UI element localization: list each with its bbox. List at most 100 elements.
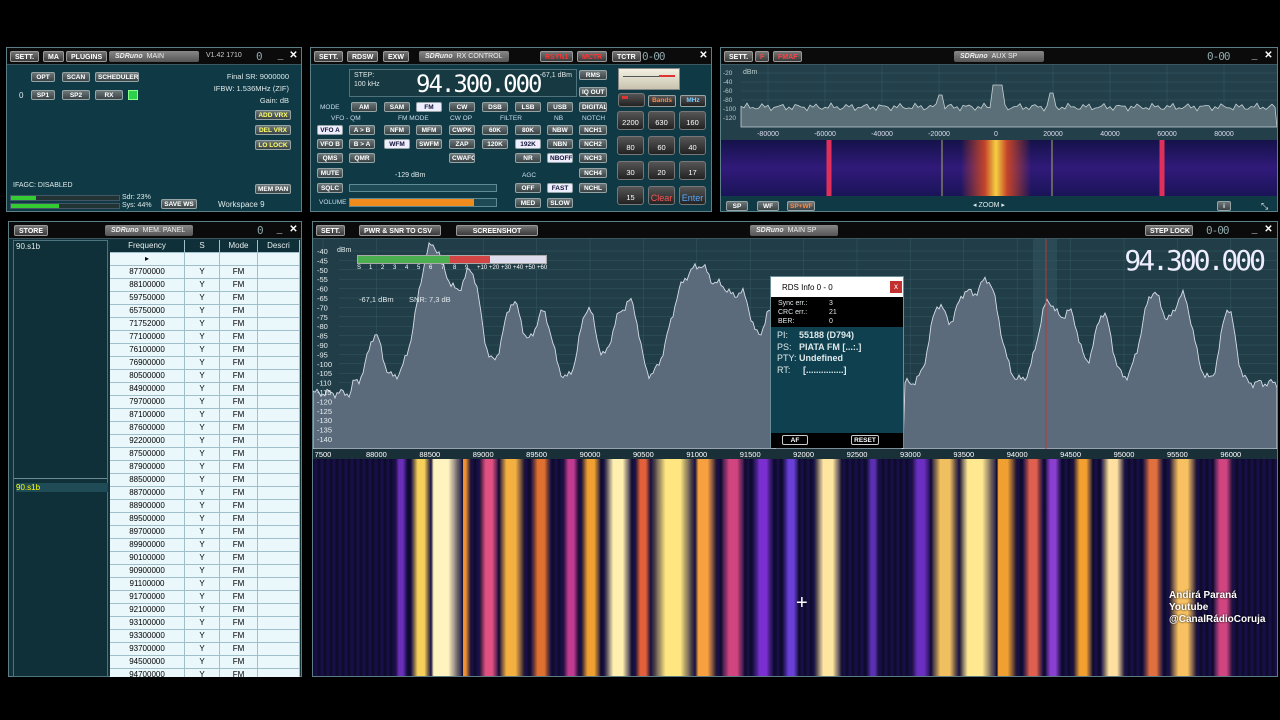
col-description[interactable]: Descri bbox=[258, 240, 300, 252]
table-row[interactable]: 89500000 Y FM bbox=[110, 513, 300, 526]
aux-sett-button[interactable]: SETT. bbox=[724, 51, 754, 62]
table-row[interactable]: 88900000 Y FM bbox=[110, 500, 300, 513]
b-to-a-button[interactable]: B > A bbox=[349, 139, 375, 149]
mctr-button[interactable]: MCTR bbox=[577, 51, 608, 62]
band-630-button[interactable]: 630 bbox=[648, 111, 675, 130]
table-row[interactable]: 77100000 Y FM bbox=[110, 331, 300, 344]
table-row[interactable]: 76100000 Y FM bbox=[110, 344, 300, 357]
band-15-button[interactable]: 15 bbox=[617, 186, 644, 205]
nfm-button[interactable]: NFM bbox=[384, 125, 410, 135]
agc-med-button[interactable]: MED bbox=[515, 198, 541, 208]
band-20-button[interactable]: 20 bbox=[648, 161, 675, 180]
aux-wf-button[interactable]: WF bbox=[757, 201, 779, 211]
clear-button[interactable]: Clear bbox=[648, 186, 675, 205]
table-row[interactable]: 84900000 Y FM bbox=[110, 383, 300, 396]
mute-button[interactable]: MUTE bbox=[317, 168, 343, 178]
filter-192k-button[interactable]: 192K bbox=[515, 139, 541, 149]
aux-close-icon[interactable]: ✕ bbox=[1263, 51, 1274, 62]
sp-minimize-icon[interactable]: _ bbox=[1249, 225, 1260, 236]
table-row[interactable]: 71752000 Y FM bbox=[110, 318, 300, 331]
table-row[interactable]: 90900000 Y FM bbox=[110, 565, 300, 578]
opt-button[interactable]: OPT bbox=[31, 72, 55, 82]
nch2-button[interactable]: NCH2 bbox=[579, 139, 607, 149]
aux-info-button[interactable]: i bbox=[1217, 201, 1231, 211]
iq-out-button[interactable]: IQ OUT bbox=[579, 87, 607, 97]
sp1-button[interactable]: SP1 bbox=[31, 90, 55, 100]
mfm-button[interactable]: MFM bbox=[416, 125, 442, 135]
enter-button[interactable]: Enter bbox=[679, 186, 706, 205]
nbw-button[interactable]: NBW bbox=[547, 125, 573, 135]
filter-120k-button[interactable]: 120K bbox=[482, 139, 508, 149]
store-button[interactable]: STORE bbox=[14, 225, 48, 236]
table-row[interactable]: 87600000 Y FM bbox=[110, 422, 300, 435]
band-160-button[interactable]: 160 bbox=[679, 111, 706, 130]
qmr-button[interactable]: QMR bbox=[349, 153, 375, 163]
mode-fm-button[interactable]: FM bbox=[416, 102, 442, 112]
table-row[interactable]: 87100000 Y FM bbox=[110, 409, 300, 422]
save-ws-button[interactable]: SAVE WS bbox=[161, 199, 197, 209]
sp-sett-button[interactable]: SETT. bbox=[316, 225, 346, 236]
agc-fast-button[interactable]: FAST bbox=[547, 183, 573, 193]
aux-zoom-control[interactable]: ◂ ZOOM ▸ bbox=[973, 201, 1005, 209]
aux-minimize-icon[interactable]: _ bbox=[1249, 51, 1260, 62]
aux-spwf-button[interactable]: SP+WF bbox=[787, 201, 815, 211]
table-row[interactable]: 94500000 Y FM bbox=[110, 656, 300, 669]
main-close-icon[interactable]: ✕ bbox=[288, 51, 299, 62]
rsyn-button[interactable]: RSYN1 bbox=[540, 51, 574, 62]
wfm-button[interactable]: WFM bbox=[384, 139, 410, 149]
nboff-button[interactable]: NBOFF bbox=[547, 153, 573, 163]
mode-usb-button[interactable]: USB bbox=[547, 102, 573, 112]
filter-60k-button[interactable]: 60K bbox=[482, 125, 508, 135]
sp2-button[interactable]: SP2 bbox=[62, 90, 90, 100]
scan-button[interactable]: SCAN bbox=[62, 72, 90, 82]
table-row[interactable]: 92100000 Y FM bbox=[110, 604, 300, 617]
bands-button[interactable]: Bands bbox=[648, 95, 676, 107]
table-row[interactable]: 93100000 Y FM bbox=[110, 617, 300, 630]
table-row[interactable]: 93300000 Y FM bbox=[110, 630, 300, 643]
aux-f-button[interactable]: F bbox=[755, 51, 770, 62]
screenshot-button[interactable]: SCREENSHOT bbox=[456, 225, 538, 236]
table-row[interactable]: 79700000 Y FM bbox=[110, 396, 300, 409]
agc-off-button[interactable]: OFF bbox=[515, 183, 541, 193]
band-2200-button[interactable]: 2200 bbox=[617, 111, 644, 130]
rx-close-icon[interactable]: ✕ bbox=[698, 51, 709, 62]
digital-button[interactable]: DIGITAL bbox=[579, 102, 607, 112]
mem-close-icon[interactable]: ✕ bbox=[288, 225, 299, 236]
col-frequency[interactable]: Frequency bbox=[110, 240, 185, 252]
exw-button[interactable]: EXW bbox=[383, 51, 409, 62]
reset-button[interactable]: RESET bbox=[851, 435, 879, 445]
filter-80k-button[interactable]: 80K bbox=[515, 125, 541, 135]
table-row[interactable]: 89700000 Y FM bbox=[110, 526, 300, 539]
table-row[interactable]: 88700000 Y FM bbox=[110, 487, 300, 500]
rds-close-icon[interactable]: x bbox=[890, 281, 902, 293]
aux-waterfall[interactable] bbox=[721, 140, 1277, 196]
fmaf-button[interactable]: FMAF bbox=[773, 51, 803, 62]
mem-pan-button[interactable]: MEM PAN bbox=[255, 184, 291, 194]
table-row[interactable]: 88500000 Y FM bbox=[110, 474, 300, 487]
rx-button[interactable]: RX bbox=[95, 90, 123, 100]
band-40-button[interactable]: 40 bbox=[679, 136, 706, 155]
qms-button[interactable]: QMS bbox=[317, 153, 343, 163]
nch1-button[interactable]: NCH1 bbox=[579, 125, 607, 135]
cwafc-button[interactable]: CWAFC bbox=[449, 153, 475, 163]
table-row[interactable]: 92200000 Y FM bbox=[110, 435, 300, 448]
main-waterfall[interactable] bbox=[313, 459, 1277, 676]
table-row[interactable]: 90100000 Y FM bbox=[110, 552, 300, 565]
a-to-b-button[interactable]: A > B bbox=[349, 125, 375, 135]
rx-sett-button[interactable]: SETT. bbox=[314, 51, 344, 62]
col-s[interactable]: S bbox=[185, 240, 220, 252]
nr-button[interactable]: NR bbox=[515, 153, 541, 163]
folder-item[interactable]: 90.s1b bbox=[16, 242, 40, 251]
nbn-button[interactable]: NBN bbox=[547, 139, 573, 149]
table-row[interactable]: 76900000 Y FM bbox=[110, 357, 300, 370]
mhz-button[interactable]: MHz bbox=[680, 95, 706, 107]
table-row[interactable]: 65750000 Y FM bbox=[110, 305, 300, 318]
table-row[interactable]: 87700000 Y FM bbox=[110, 266, 300, 279]
rdsw-button[interactable]: RDSW bbox=[347, 51, 379, 62]
table-row[interactable]: 80500000 Y FM bbox=[110, 370, 300, 383]
squelch-slider[interactable] bbox=[349, 184, 497, 192]
mode-am-button[interactable]: AM bbox=[351, 102, 377, 112]
sp-close-icon[interactable]: ✕ bbox=[1263, 225, 1274, 236]
vfo-b-button[interactable]: VFO B bbox=[317, 139, 343, 149]
main-minimize-icon[interactable]: _ bbox=[275, 51, 286, 62]
